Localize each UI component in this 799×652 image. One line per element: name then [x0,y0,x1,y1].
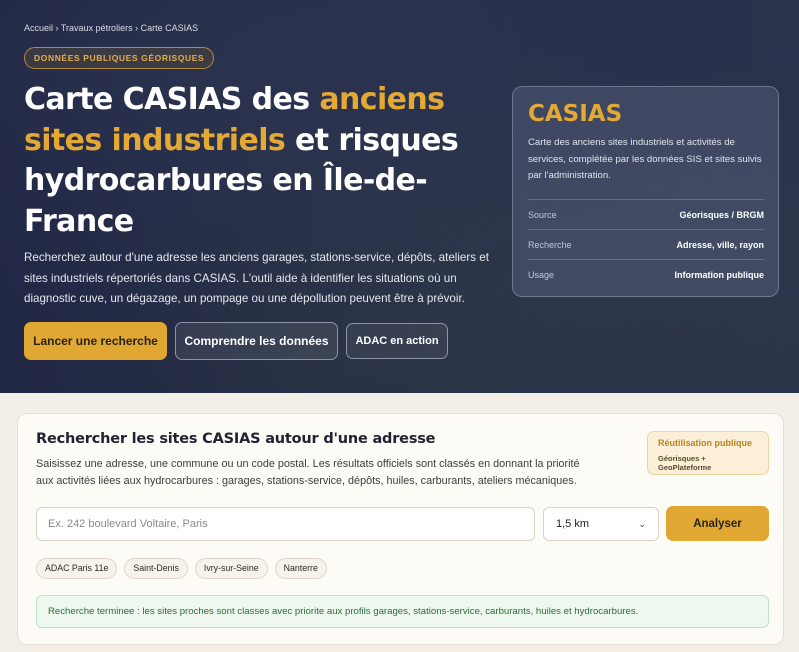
breadcrumb: Accueil › Travaux pétroliers › Carte CAS… [24,23,198,33]
search-panel-description: Saisissez une adresse, une commune ou un… [36,458,580,487]
card-title: CASIAS [528,101,623,127]
card-row-value: Adresse, ville, rayon [676,239,764,250]
data-source-badge: DONNÉES PUBLIQUES GÉORISQUES [24,47,215,69]
card-row-recherche: Recherche Adresse, ville, rayon [528,229,764,259]
hero-description: Recherchez autour d'une adresse les anci… [24,251,489,305]
breadcrumb-current: Carte CASIAS [140,23,199,33]
address-search-input[interactable] [36,507,535,541]
start-search-button[interactable]: Lancer une recherche [24,322,167,360]
card-row-value: Géorisques / BRGM [679,209,764,220]
card-row-value: Information publique [674,269,765,280]
card-row-key: Usage [528,269,555,280]
radius-selected-value: 1,5 km [556,518,590,530]
reuse-subtitle: Géorisques + GeoPlateforme [658,454,712,472]
hero-section: Accueil › Travaux pétroliers › Carte CAS… [0,0,799,393]
title-part1: Carte CASIAS des [24,82,320,117]
card-row-usage: Usage Information publique [528,259,764,289]
breadcrumb-travaux[interactable]: Travaux pétroliers [61,23,133,33]
search-panel-title: Rechercher les sites CASIAS autour d'une… [36,431,436,447]
chip-saint-denis[interactable]: Saint-Denis [124,558,188,579]
breadcrumb-home[interactable]: Accueil [24,23,53,33]
adac-action-button[interactable]: ADAC en action [346,323,448,359]
understand-data-button[interactable]: Comprendre les données [175,322,338,360]
card-row-key: Recherche [528,239,572,250]
chip-ivry-sur-seine[interactable]: Ivry-sur-Seine [194,558,268,579]
casias-info-card: CASIAS Carte des anciens sites industrie… [512,86,779,297]
public-reuse-badge: Réutilisation publique Géorisques + GeoP… [647,431,769,475]
radius-select[interactable]: 1,5 km ⌄ [543,507,659,541]
search-panel: Rechercher les sites CASIAS autour d'une… [17,413,784,645]
chevron-down-icon: ⌄ [638,518,646,529]
card-description: Carte des anciens sites industriels et a… [528,137,762,181]
card-row-source: Source Géorisques / BRGM [528,199,764,229]
search-status-message: Recherche terminee : les sites proches s… [36,595,769,628]
reuse-title: Réutilisation publique [658,438,752,448]
card-row-key: Source [528,209,557,220]
analyze-button[interactable]: Analyser [666,506,769,541]
chip-nanterre[interactable]: Nanterre [274,558,327,579]
suggestion-chips: ADAC Paris 11e Saint-Denis Ivry-sur-Sein… [36,558,327,579]
page-title: Carte CASIAS des anciens sites industrie… [24,80,474,242]
chip-adac-paris-11e[interactable]: ADAC Paris 11e [36,558,118,579]
